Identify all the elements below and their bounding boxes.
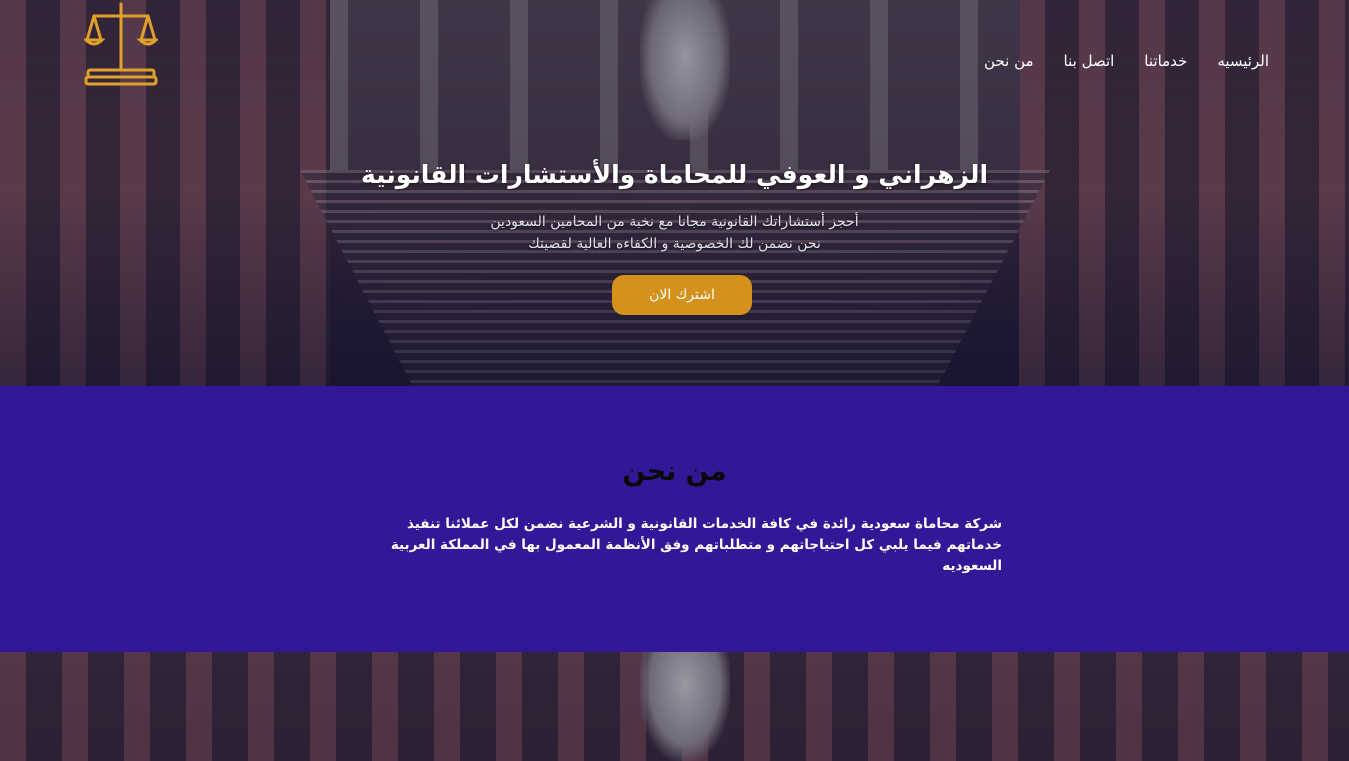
main-nav: الرئيسيه خدماتنا اتصل بنا من نحن xyxy=(984,52,1269,70)
scales-of-justice-icon[interactable] xyxy=(84,2,158,86)
about-text: شركة محاماة سعودية رائدة في كافة الخدمات… xyxy=(390,516,1002,574)
nav-item-about[interactable]: من نحن xyxy=(984,52,1034,70)
hero-section: الرئيسيه خدماتنا اتصل بنا من نحن الزهران… xyxy=(0,0,1349,386)
hero-subtitle-line-1: أحجز أستشاراتك القانونية مجانا مع نخبة م… xyxy=(490,214,859,230)
nav-item-services[interactable]: خدماتنا xyxy=(1144,52,1187,70)
about-heading: من نحن xyxy=(622,456,727,487)
hero-title: الزهراني و العوفي للمحاماة والأستشارات ا… xyxy=(360,160,989,189)
bottom-background-section xyxy=(0,652,1349,761)
about-section: من نحن شركة محاماة سعودية رائدة في كافة … xyxy=(0,386,1349,652)
hero-subtitle: أحجز أستشاراتك القانونية مجانا مع نخبة م… xyxy=(0,211,1349,255)
nav-item-home[interactable]: الرئيسيه xyxy=(1217,52,1269,70)
subscribe-now-button[interactable]: اشترك الان xyxy=(612,275,752,315)
hero-subtitle-line-2: نحن نضمن لك الخصوصية و الكفاءه العالية ل… xyxy=(528,236,821,252)
nav-item-contact[interactable]: اتصل بنا xyxy=(1064,52,1115,70)
bottom-overlay xyxy=(0,652,1349,761)
